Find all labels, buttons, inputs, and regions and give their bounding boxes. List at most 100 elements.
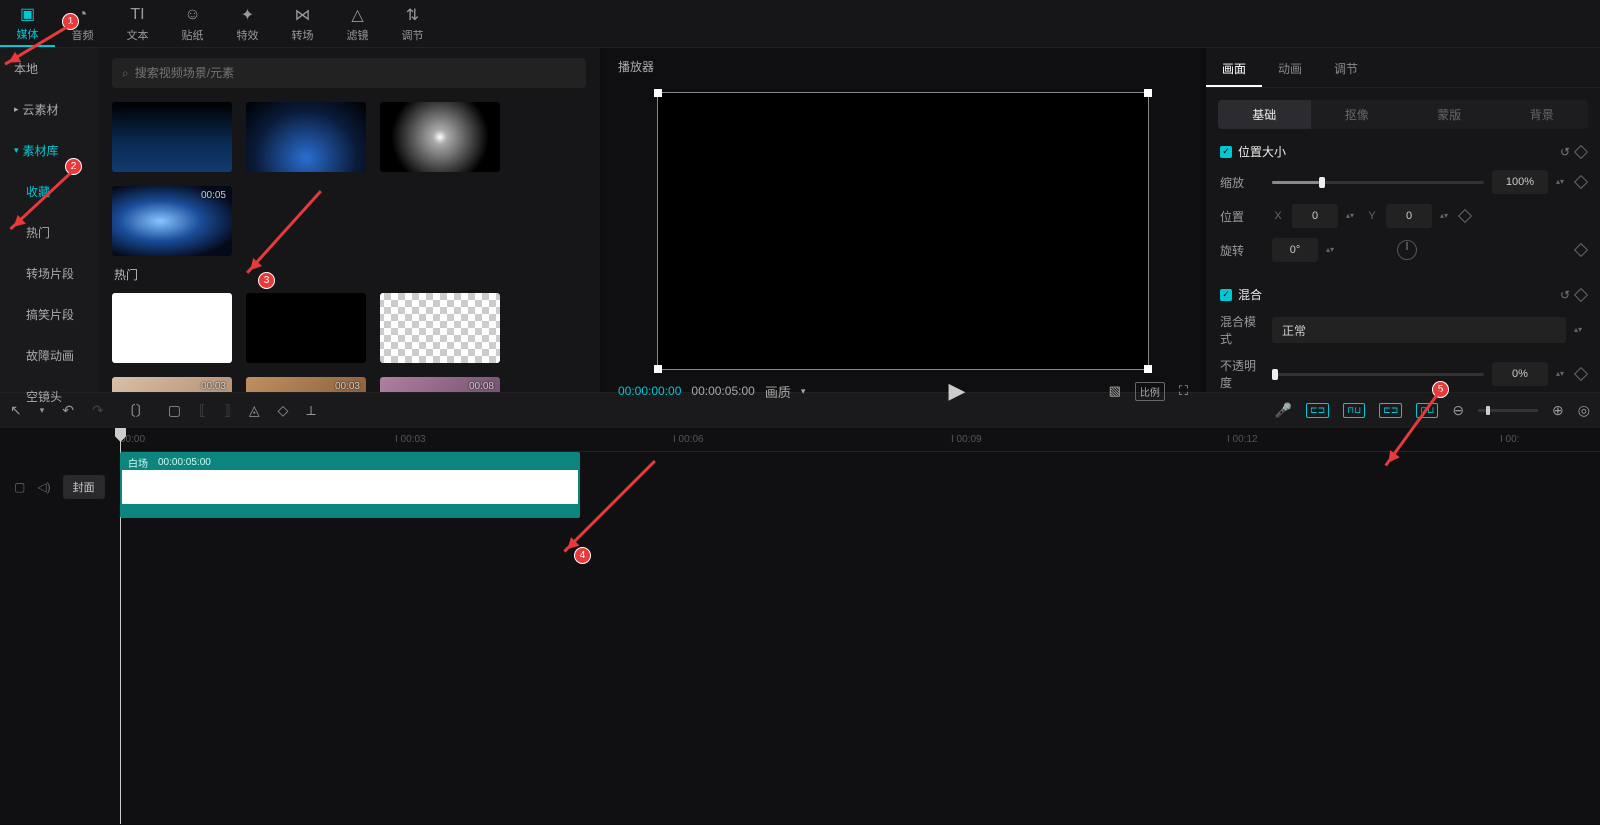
- tab-sticker[interactable]: ☺ 贴纸: [165, 0, 220, 47]
- mirror-icon[interactable]: ◬: [249, 402, 260, 419]
- tab-media[interactable]: ▣ 媒体: [0, 0, 55, 47]
- keyframe-icon[interactable]: [1574, 175, 1588, 189]
- tab-text[interactable]: TI 文本: [110, 0, 165, 47]
- asset-thumb-white[interactable]: [112, 293, 232, 363]
- stepper-icon[interactable]: ▴▾: [1346, 204, 1358, 228]
- resize-handle[interactable]: [1144, 365, 1152, 373]
- zoom-in-icon[interactable]: ⊕: [1552, 402, 1564, 419]
- redo-icon[interactable]: ↷: [92, 402, 104, 419]
- player-canvas[interactable]: [657, 92, 1149, 370]
- magnet-end-icon[interactable]: ⊓⊔: [1416, 403, 1438, 418]
- magnet-icon[interactable]: ⊓⊔: [1343, 403, 1365, 418]
- tab-audio[interactable]: ◔ 音频: [55, 0, 110, 47]
- cursor-tool-icon[interactable]: ↖: [10, 402, 22, 419]
- effects-icon: ✦: [241, 5, 254, 25]
- trim-left-icon[interactable]: ⟦: [199, 402, 206, 419]
- keyframe-icon[interactable]: [1574, 243, 1588, 257]
- stepper-icon[interactable]: ▴▾: [1440, 204, 1452, 228]
- resize-handle[interactable]: [654, 89, 662, 97]
- search-input[interactable]: [135, 66, 576, 80]
- sidebar-favorites[interactable]: 收藏: [0, 171, 98, 212]
- mute-icon[interactable]: ◁): [37, 480, 50, 494]
- trim-right-icon[interactable]: ⟧: [224, 402, 231, 419]
- checkbox-blend[interactable]: ✓: [1220, 289, 1232, 301]
- sidebar-cloud[interactable]: ▸云素材: [0, 89, 98, 130]
- subtab-cutout[interactable]: 抠像: [1311, 100, 1404, 129]
- tab-adjust[interactable]: ⇅ 调节: [385, 0, 440, 47]
- checkbox-position[interactable]: ✓: [1220, 146, 1232, 158]
- asset-thumb[interactable]: 00:08: [380, 377, 500, 392]
- stepper-icon[interactable]: ▴▾: [1556, 362, 1568, 386]
- sidebar-transitions[interactable]: 转场片段: [0, 253, 98, 294]
- undo-icon[interactable]: ↶: [62, 402, 74, 419]
- fullscreen-icon[interactable]: ⛶: [1179, 383, 1188, 399]
- keyframe-icon[interactable]: [1574, 367, 1588, 381]
- subtab-mask[interactable]: 蒙版: [1403, 100, 1496, 129]
- rotation-dial[interactable]: [1397, 240, 1417, 260]
- tab-effects[interactable]: ✦ 特效: [220, 0, 275, 47]
- rotation-value[interactable]: 0°: [1272, 238, 1318, 262]
- asset-thumb[interactable]: 00:03: [246, 377, 366, 392]
- scale-slider[interactable]: [1272, 181, 1484, 184]
- mic-icon[interactable]: 🎤: [1275, 402, 1292, 419]
- lock-icon[interactable]: ▢: [14, 480, 25, 494]
- zoom-out-icon[interactable]: ⊖: [1452, 402, 1464, 419]
- sidebar-funny[interactable]: 搞笑片段: [0, 294, 98, 335]
- delete-icon[interactable]: ▢: [168, 402, 181, 419]
- tab-transition[interactable]: ⋈ 转场: [275, 0, 330, 47]
- compare-icon[interactable]: ▧: [1109, 383, 1121, 399]
- play-button[interactable]: ▶: [949, 378, 966, 404]
- resize-handle[interactable]: [1144, 89, 1152, 97]
- opacity-value[interactable]: 0%: [1492, 362, 1548, 386]
- asset-thumb-transparent[interactable]: [380, 293, 500, 363]
- ratio-button[interactable]: 比例: [1135, 382, 1165, 401]
- crop-icon[interactable]: ⟂: [306, 402, 315, 419]
- zoom-fit-icon[interactable]: ◎: [1578, 402, 1590, 419]
- reset-icon[interactable]: ↺: [1560, 288, 1570, 302]
- asset-thumb[interactable]: 00:05: [112, 186, 232, 256]
- quality-button[interactable]: 画质: [765, 382, 791, 401]
- subtab-background[interactable]: 背景: [1496, 100, 1589, 129]
- magnet-start-icon[interactable]: ⊏⊐: [1306, 403, 1329, 418]
- magnet-icon[interactable]: ⊏⊐: [1379, 403, 1402, 418]
- props-tab-animation[interactable]: 动画: [1262, 48, 1318, 87]
- properties-panel: 画面 动画 调节 基础 抠像 蒙版 背景 ✓ 位置大小 ↺ 缩放: [1206, 48, 1600, 392]
- subtab-basic[interactable]: 基础: [1218, 100, 1311, 129]
- timeline-clip[interactable]: 白场 00:00:05:00: [120, 452, 580, 518]
- stepper-icon[interactable]: ▴▾: [1574, 318, 1586, 342]
- stepper-icon[interactable]: ▴▾: [1556, 170, 1568, 194]
- keyframe-icon[interactable]: [1458, 209, 1472, 223]
- props-tab-adjust[interactable]: 调节: [1318, 48, 1374, 87]
- chevron-down-icon[interactable]: ▾: [801, 386, 806, 397]
- asset-thumb[interactable]: [380, 102, 500, 172]
- sidebar-hot[interactable]: 热门: [0, 212, 98, 253]
- resize-handle[interactable]: [654, 365, 662, 373]
- top-toolbar: ▣ 媒体 ◔ 音频 TI 文本 ☺ 贴纸 ✦ 特效 ⋈ 转场 △ 滤镜 ⇅ 调节: [0, 0, 1600, 48]
- cover-button[interactable]: 封面: [63, 475, 105, 499]
- timeline-ruler[interactable]: 00:00 I 00:03 I 00:06 I 00:09 I 00:12 I …: [120, 428, 1600, 452]
- asset-thumb-black[interactable]: [246, 293, 366, 363]
- sidebar-local[interactable]: 本地: [0, 48, 98, 89]
- sidebar-library[interactable]: ▾素材库: [0, 130, 98, 171]
- position-y[interactable]: 0: [1386, 204, 1432, 228]
- split-icon[interactable]: 〔〕: [122, 401, 150, 421]
- chevron-down-icon[interactable]: ▾: [40, 405, 45, 416]
- asset-thumb[interactable]: [112, 102, 232, 172]
- zoom-slider[interactable]: [1478, 409, 1538, 412]
- props-tab-picture[interactable]: 画面: [1206, 48, 1262, 87]
- position-x[interactable]: 0: [1292, 204, 1338, 228]
- blend-mode-select[interactable]: 正常: [1272, 317, 1566, 343]
- tab-filter[interactable]: △ 滤镜: [330, 0, 385, 47]
- reset-icon[interactable]: ↺: [1560, 145, 1570, 159]
- text-icon: TI: [130, 5, 144, 25]
- keyframe-icon[interactable]: [1574, 287, 1588, 301]
- sidebar-glitch[interactable]: 故障动画: [0, 335, 98, 376]
- scale-value[interactable]: 100%: [1492, 170, 1548, 194]
- stepper-icon[interactable]: ▴▾: [1326, 238, 1338, 262]
- rotate-icon[interactable]: ◇: [278, 402, 289, 419]
- asset-thumb[interactable]: [246, 102, 366, 172]
- keyframe-icon[interactable]: [1574, 144, 1588, 158]
- opacity-slider[interactable]: [1272, 373, 1484, 376]
- asset-thumb[interactable]: 00:03: [112, 377, 232, 392]
- search-box[interactable]: ⌕: [112, 58, 586, 88]
